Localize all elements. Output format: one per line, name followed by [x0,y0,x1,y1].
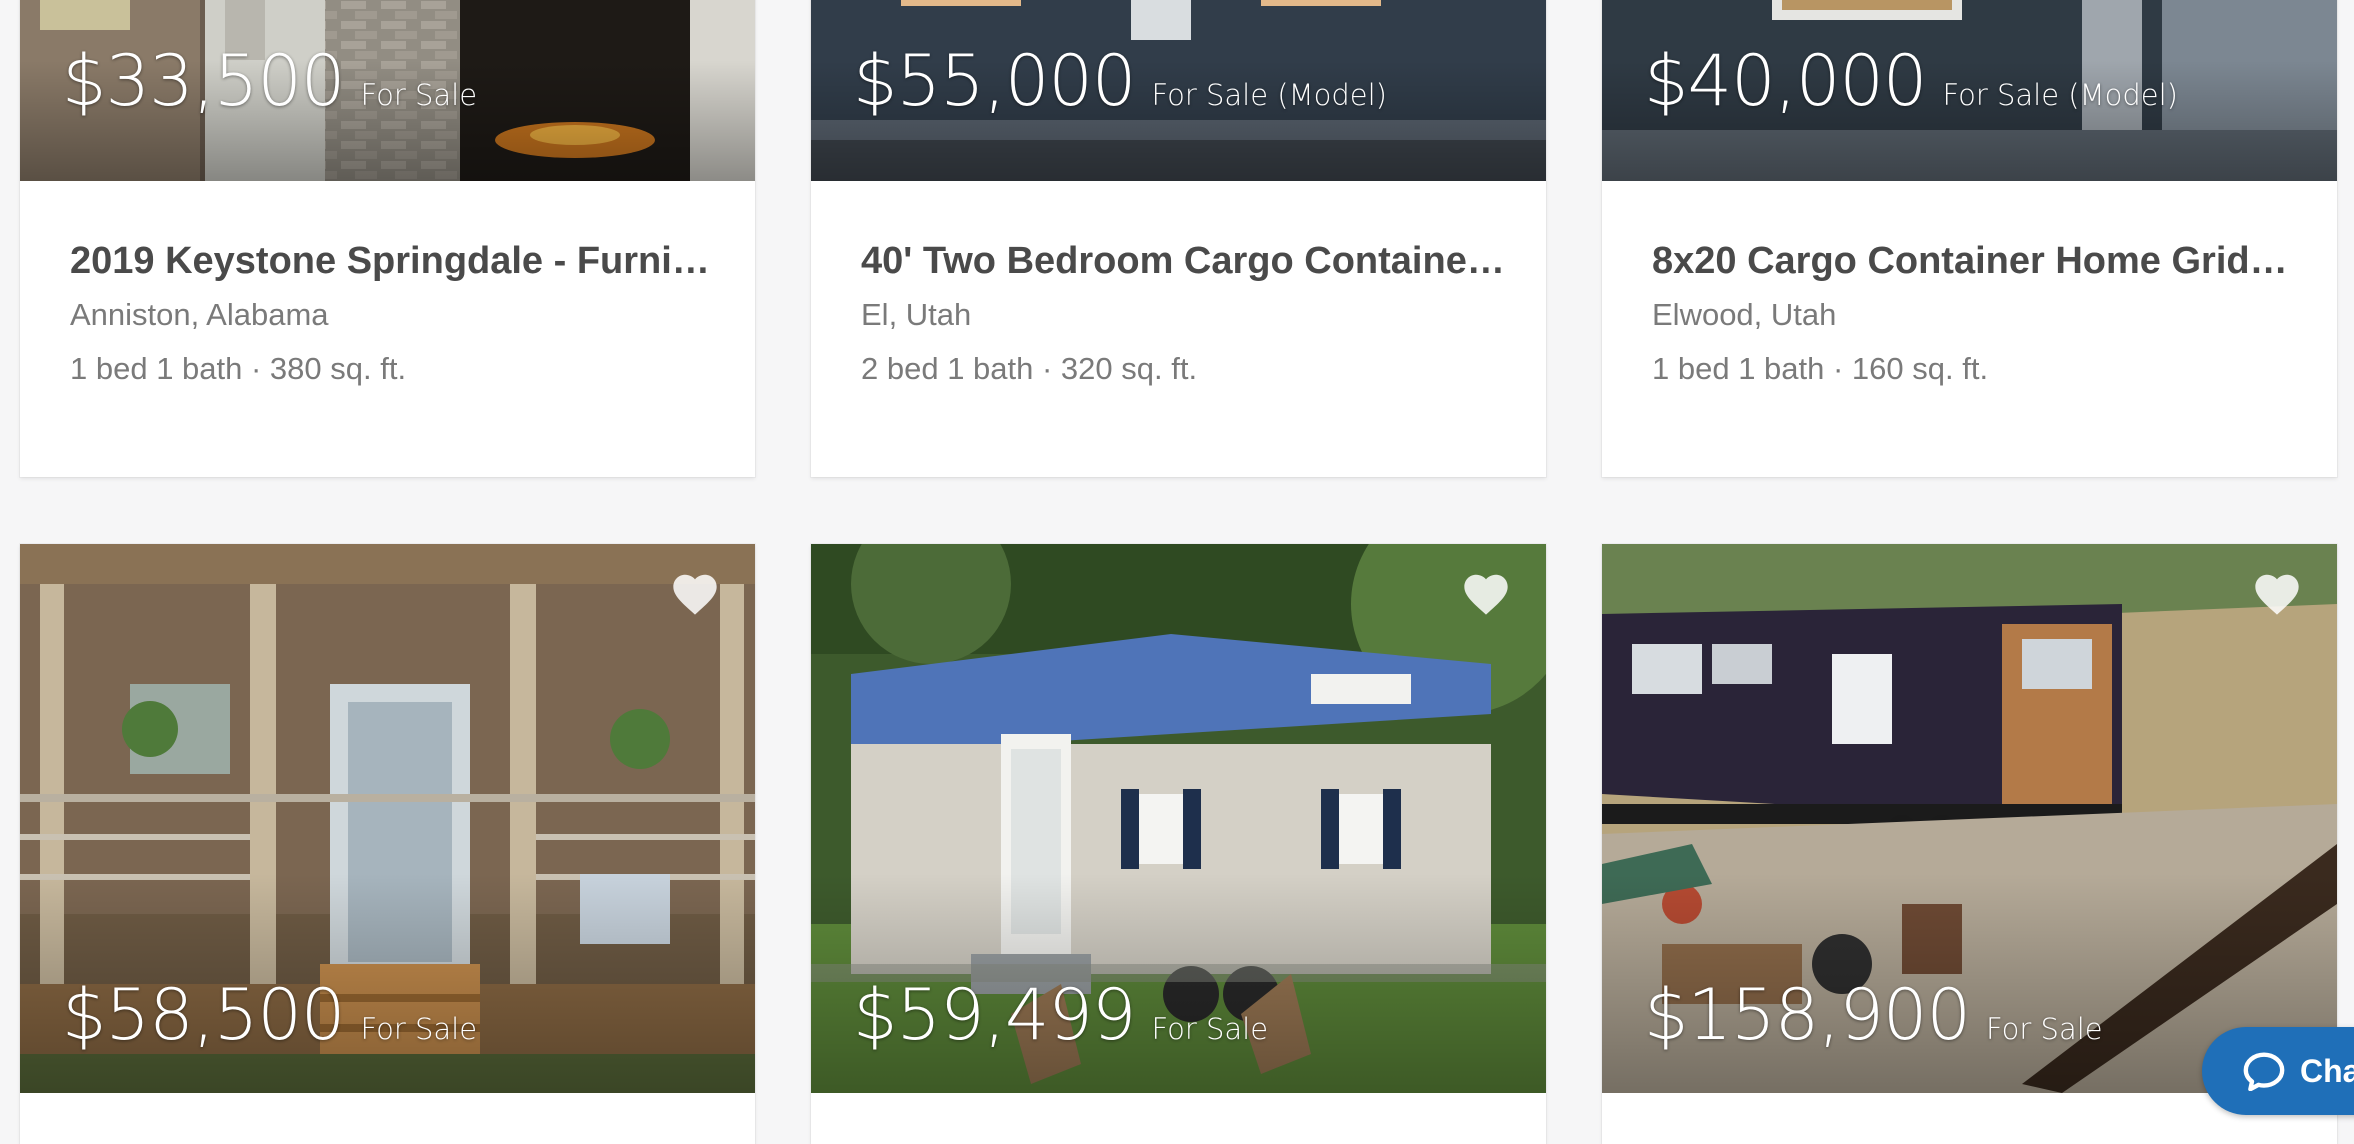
listing-price: $55,000 [853,40,1136,122]
listing-status: For Sale (Model) [1942,78,2178,112]
listing-status: For Sale [1986,1012,2103,1046]
price-row: $55,000 For Sale (Model) [853,40,1387,122]
chat-label: Cha [2300,1052,2354,1089]
price-row: $58,500 For Sale [62,974,477,1056]
listing-price: $58,500 [62,974,345,1056]
listing-card[interactable]: $58,500 For Sale [20,544,755,1144]
listing-title[interactable]: 40' Two Bedroom Cargo Containe… [861,240,1506,283]
listing-card[interactable]: $33,500 For Sale 2019 Keystone Springdal… [20,0,755,477]
chat-bubble-icon [2243,1052,2285,1091]
listing-location: Elwood, Utah [1652,297,1837,332]
listing-card[interactable]: $55,000 For Sale (Model) 40' Two Bedroom… [811,0,1546,477]
heart-icon[interactable] [2251,569,2303,617]
listing-price: $33,500 [62,40,345,122]
price-row: $158,900 For Sale [1644,974,2103,1056]
listing-status: For Sale [360,78,478,112]
listing-price: $59,499 [853,974,1136,1056]
listing-specs: 1 bed 1 bath · 380 sq. ft. [70,351,407,386]
listing-title[interactable]: 8x20 Cargo Container Home Grid … [1652,240,2297,283]
price-row: $59,499 For Sale [853,974,1268,1056]
listing-card[interactable]: $40,000 For Sale (Model) 8x20 Cargo Cont… [1602,0,2337,477]
listing-location: Anniston, Alabama [70,297,329,332]
listing-price: $158,900 [1644,974,1971,1056]
listing-info: 8x20 Cargo Container Home Grid … Elwood,… [1652,240,2297,387]
heart-icon[interactable] [669,569,721,617]
price-row: $33,500 For Sale [62,40,477,122]
listing-title[interactable]: 2019 Keystone Springdale - Furni… [70,240,715,283]
listing-status: For Sale [360,1012,478,1046]
chat-button[interactable]: Cha [2202,1027,2354,1115]
price-row: $40,000 For Sale (Model) [1644,40,2178,122]
listing-location: El, Utah [861,297,972,332]
listing-specs: 2 bed 1 bath · 320 sq. ft. [861,351,1198,386]
listing-status: For Sale [1151,1012,1269,1046]
listing-info: 2019 Keystone Springdale - Furni… Annist… [70,240,715,387]
listing-specs: 1 bed 1 bath · 160 sq. ft. [1652,351,1989,386]
heart-icon[interactable] [1460,569,1512,617]
listing-price: $40,000 [1644,40,1927,122]
listing-card[interactable]: $59,499 For Sale [811,544,1546,1144]
listing-info: 40' Two Bedroom Cargo Containe… El, Utah… [861,240,1506,387]
listing-status: For Sale (Model) [1151,78,1387,112]
